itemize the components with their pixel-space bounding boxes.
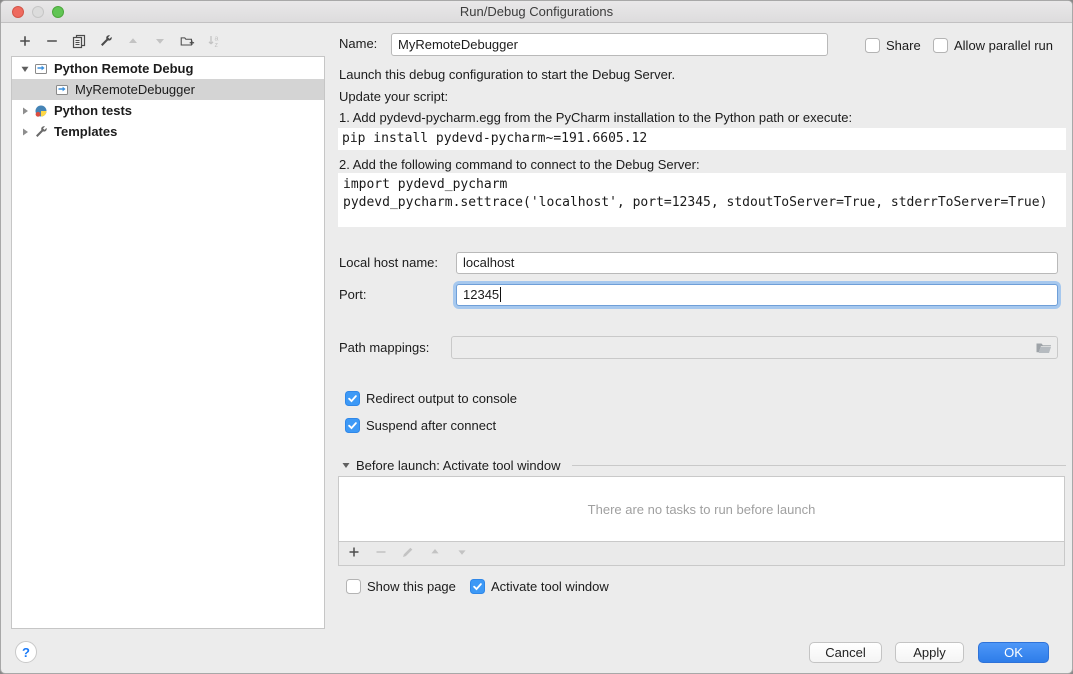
activate-tool-window-row[interactable]: Activate tool window	[470, 577, 609, 595]
show-this-page-row[interactable]: Show this page	[346, 577, 456, 595]
new-folder-icon[interactable]	[179, 32, 195, 50]
code-line-2: pydevd_pycharm.settrace('localhost', por…	[343, 194, 1061, 212]
local-host-label: Local host name:	[339, 252, 438, 274]
chevron-collapsed-icon[interactable]	[19, 105, 31, 117]
python-tests-icon	[33, 103, 49, 119]
before-launch-header[interactable]: Before launch: Activate tool window	[341, 458, 1066, 473]
run-debug-configurations-dialog: Run/Debug Configurations az Python Remot…	[0, 0, 1073, 674]
ok-button[interactable]: OK	[978, 642, 1049, 663]
instruction-step2: 2. Add the following command to connect …	[339, 157, 700, 172]
edit-pencil-icon[interactable]	[401, 545, 415, 562]
redirect-output-label: Redirect output to console	[366, 391, 517, 406]
path-mappings-input[interactable]	[451, 336, 1058, 359]
activate-tool-window-checkbox[interactable]	[470, 579, 485, 594]
configurations-toolbar: az	[17, 32, 222, 50]
edit-defaults-wrench-icon[interactable]	[98, 32, 114, 50]
port-label: Port:	[339, 284, 366, 306]
before-launch-toolbar	[338, 542, 1065, 566]
share-label: Share	[886, 38, 921, 53]
share-checkbox-row[interactable]: Share	[865, 36, 921, 54]
tree-item-python-remote-debug[interactable]: Python Remote Debug	[12, 58, 324, 79]
settrace-code-block[interactable]: import pydevd_pycharm pydevd_pycharm.set…	[338, 173, 1066, 227]
share-checkbox[interactable]	[865, 38, 880, 53]
instruction-intro: Launch this debug configuration to start…	[339, 67, 675, 82]
remote-debug-icon	[33, 61, 49, 77]
code-line-1: import pydevd_pycharm	[343, 176, 1061, 194]
allow-parallel-checkbox-row[interactable]: Allow parallel run	[933, 36, 1053, 54]
name-input[interactable]: MyRemoteDebugger	[391, 33, 828, 56]
apply-button[interactable]: Apply	[895, 642, 964, 663]
chevron-expanded-icon[interactable]	[19, 63, 31, 75]
wrench-icon	[33, 124, 49, 140]
folder-icon[interactable]	[1035, 340, 1052, 359]
tree-item-templates[interactable]: Templates	[12, 121, 324, 142]
show-this-page-label: Show this page	[367, 579, 456, 594]
allow-parallel-run-checkbox[interactable]	[933, 38, 948, 53]
remove-icon[interactable]	[374, 545, 388, 562]
svg-text:z: z	[215, 42, 219, 49]
instruction-update: Update your script:	[339, 89, 448, 104]
before-launch-task-list[interactable]: There are no tasks to run before launch	[338, 476, 1065, 542]
chevron-expanded-icon[interactable]	[341, 458, 351, 473]
remote-debug-icon	[54, 82, 70, 98]
sort-alphabetically-icon[interactable]: az	[206, 32, 222, 50]
tree-item-label: Templates	[54, 124, 117, 139]
activate-tool-window-label: Activate tool window	[491, 579, 609, 594]
move-down-icon[interactable]	[455, 545, 469, 562]
path-mappings-label: Path mappings:	[339, 337, 429, 359]
name-label: Name:	[339, 33, 377, 55]
allow-parallel-run-label: Allow parallel run	[954, 38, 1053, 53]
suspend-after-connect-row[interactable]: Suspend after connect	[345, 416, 496, 434]
tree-item-label: Python Remote Debug	[54, 61, 193, 76]
configurations-tree: Python Remote Debug MyRemoteDebugger Pyt…	[11, 56, 325, 629]
window-title: Run/Debug Configurations	[1, 1, 1072, 22]
copy-icon[interactable]	[71, 32, 87, 50]
before-launch-empty-message: There are no tasks to run before launch	[588, 502, 816, 517]
move-up-icon[interactable]	[125, 32, 141, 50]
move-up-icon[interactable]	[428, 545, 442, 562]
chevron-collapsed-icon[interactable]	[19, 126, 31, 138]
before-launch-title: Before launch: Activate tool window	[356, 458, 561, 473]
tree-item-label: Python tests	[54, 103, 132, 118]
tree-item-label: MyRemoteDebugger	[75, 82, 195, 97]
local-host-input[interactable]: localhost	[456, 252, 1058, 274]
redirect-output-checkbox[interactable]	[345, 391, 360, 406]
redirect-output-row[interactable]: Redirect output to console	[345, 389, 517, 407]
text-caret	[500, 287, 501, 302]
suspend-after-connect-label: Suspend after connect	[366, 418, 496, 433]
titlebar[interactable]: Run/Debug Configurations	[1, 1, 1072, 23]
tree-item-myremotedebugger[interactable]: MyRemoteDebugger	[12, 79, 324, 100]
move-down-icon[interactable]	[152, 32, 168, 50]
section-divider	[572, 465, 1066, 466]
show-this-page-checkbox[interactable]	[346, 579, 361, 594]
add-icon[interactable]	[347, 545, 361, 562]
suspend-after-connect-checkbox[interactable]	[345, 418, 360, 433]
remove-icon[interactable]	[44, 32, 60, 50]
pip-command-code[interactable]: pip install pydevd-pycharm~=191.6605.12	[338, 128, 1066, 150]
help-button[interactable]: ?	[15, 641, 37, 663]
cancel-button[interactable]: Cancel	[809, 642, 882, 663]
question-mark-icon: ?	[22, 645, 30, 660]
port-input[interactable]: 12345	[456, 284, 1058, 306]
tree-item-python-tests[interactable]: Python tests	[12, 100, 324, 121]
add-icon[interactable]	[17, 32, 33, 50]
instruction-step1: 1. Add pydevd-pycharm.egg from the PyCha…	[339, 110, 852, 125]
